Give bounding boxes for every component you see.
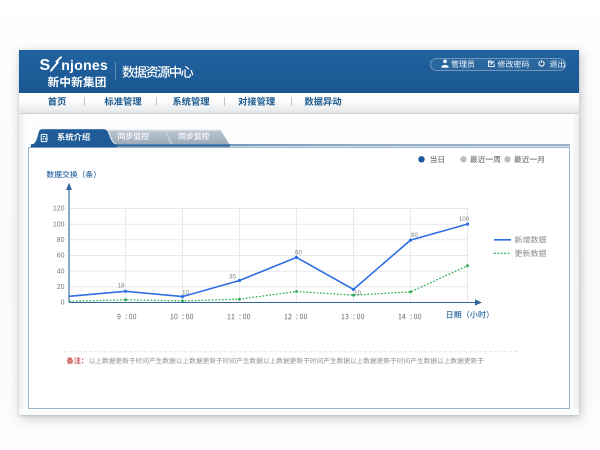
svg-text:S: S	[40, 57, 51, 74]
svg-text:60: 60	[295, 250, 303, 257]
svg-text:40: 40	[57, 268, 65, 275]
svg-text:80: 80	[57, 237, 65, 244]
svg-text:18: 18	[117, 283, 125, 290]
svg-text:njones: njones	[61, 57, 108, 73]
svg-text:80: 80	[411, 232, 419, 239]
svg-text:10: 10	[354, 290, 362, 297]
svg-text:0: 0	[61, 300, 65, 307]
svg-text:60: 60	[57, 253, 65, 260]
svg-text:10: 10	[182, 290, 190, 297]
svg-text:20: 20	[57, 284, 65, 291]
svg-text:35: 35	[229, 274, 237, 281]
svg-text:120: 120	[53, 206, 65, 213]
svg-text:100: 100	[53, 221, 65, 228]
svg-text:100: 100	[459, 216, 470, 223]
